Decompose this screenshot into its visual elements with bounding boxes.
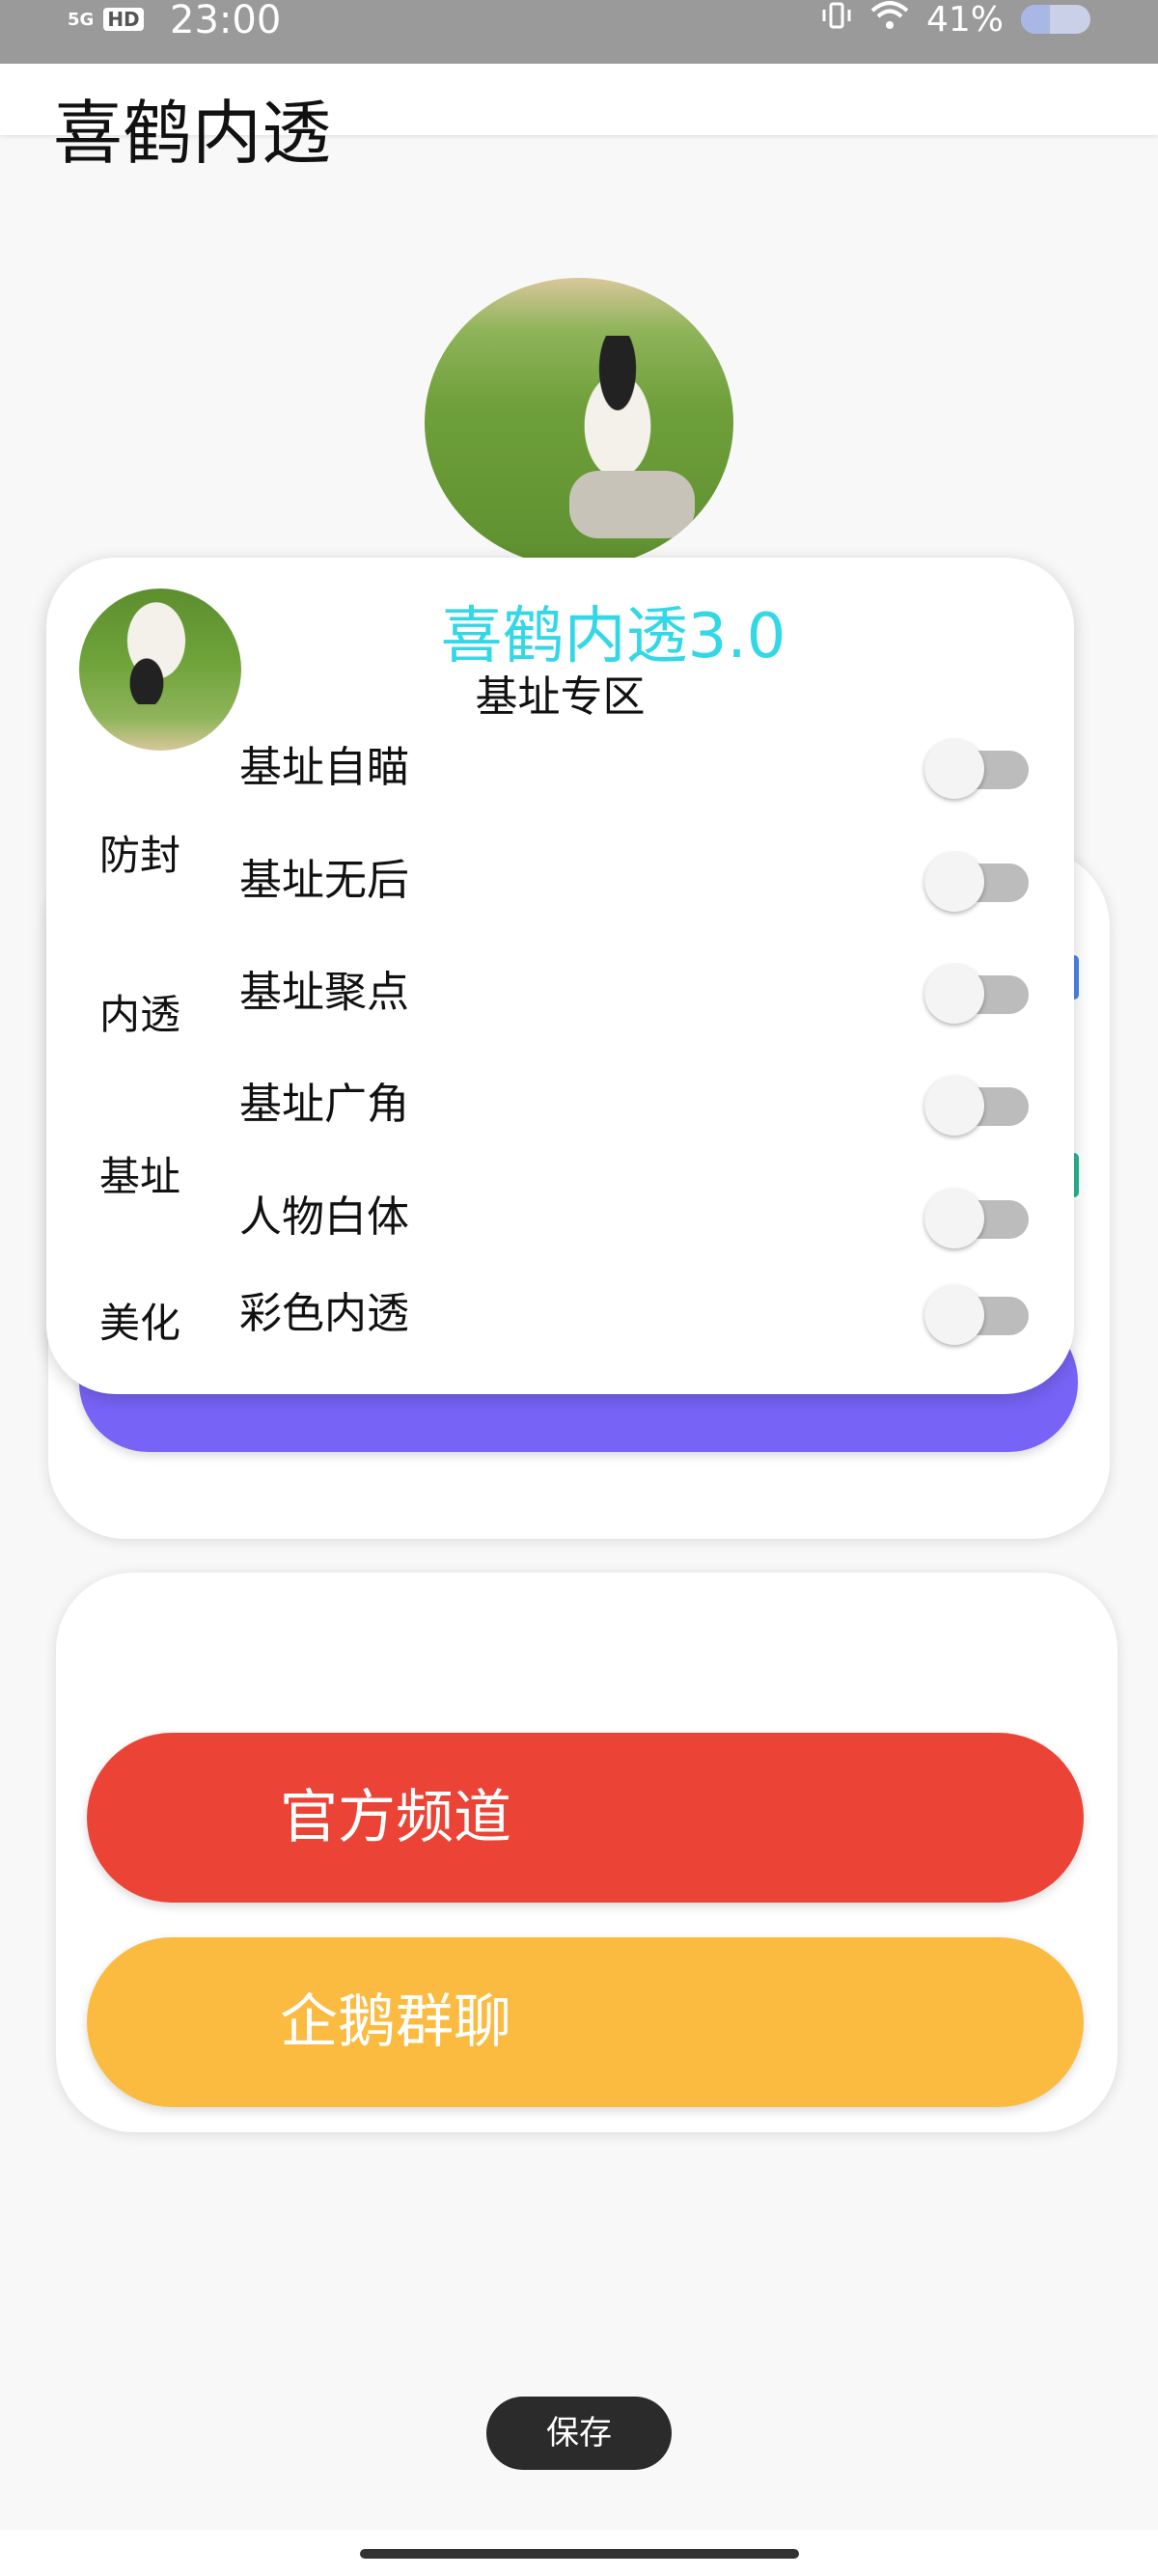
category-anti-ban[interactable]: 防封 — [99, 823, 180, 882]
switch-thumb — [924, 1285, 984, 1345]
option-row[interactable]: 基址聚点 — [239, 949, 1050, 1027]
switch-thumb — [924, 964, 984, 1024]
feature-menu: 喜鹤内透3.0 基址专区 防封 内透 基址 美化 基址自瞄 基址无后 基址聚点 … — [46, 558, 1074, 1394]
official-channel-button[interactable]: 官方频道 — [87, 1733, 1084, 1903]
toggle-switch[interactable] — [924, 733, 1031, 799]
option-label: 人物白体 — [239, 1192, 409, 1242]
battery-icon — [1021, 5, 1090, 34]
qq-group-button[interactable]: 企鹅群聊 — [87, 1937, 1084, 2107]
signal-indicator: 5G — [68, 9, 95, 30]
option-label: 基址聚点 — [239, 968, 409, 1017]
option-row[interactable]: 基址广角 — [239, 1061, 1050, 1138]
profile-avatar[interactable] — [425, 278, 733, 567]
toggle-switch[interactable] — [924, 1183, 1031, 1248]
category-wallhack[interactable]: 内透 — [99, 982, 180, 1041]
option-label: 基址广角 — [239, 1080, 409, 1129]
category-beautify[interactable]: 美化 — [99, 1291, 180, 1350]
option-row[interactable]: 基址无后 — [239, 837, 1050, 915]
vibrate-icon — [820, 1, 853, 38]
toggle-switch[interactable] — [924, 1279, 1031, 1345]
battery-fill — [1021, 5, 1050, 34]
switch-thumb — [924, 1076, 984, 1136]
home-indicator[interactable] — [360, 2549, 799, 2559]
toast-message: 保存 — [486, 2397, 672, 2470]
status-right: 41% — [820, 0, 1090, 40]
option-row[interactable]: 彩色内透 — [239, 1271, 1050, 1348]
option-label: 基址无后 — [239, 856, 409, 905]
toggle-switch[interactable] — [924, 846, 1031, 912]
status-bar: 5G HD 23:00 41% — [0, 0, 1158, 64]
switch-thumb — [924, 739, 984, 799]
option-label: 基址自瞄 — [239, 743, 409, 792]
toggle-switch[interactable] — [924, 1070, 1031, 1136]
status-time: 23:00 — [170, 0, 282, 42]
avatar-legs-graphic — [569, 471, 695, 538]
category-base-address[interactable]: 基址 — [99, 1144, 180, 1203]
app-bar: 喜鹤内透 — [0, 64, 1158, 168]
option-row[interactable]: 人物白体 — [239, 1174, 1050, 1251]
switch-thumb — [924, 1189, 984, 1248]
menu-subtitle: 基址专区 — [475, 672, 646, 722]
navigation-bar — [0, 2530, 1158, 2576]
option-label: 彩色内透 — [239, 1289, 409, 1338]
wifi-icon — [870, 1, 909, 38]
switch-thumb — [924, 852, 984, 912]
option-row[interactable]: 基址自瞄 — [239, 725, 1050, 802]
toggle-switch[interactable] — [924, 958, 1031, 1024]
app-title: 喜鹤内透 — [53, 93, 332, 174]
status-left: 5G HD — [68, 0, 144, 39]
battery-percent: 41% — [925, 0, 1004, 40]
hd-badge: HD — [103, 8, 144, 31]
